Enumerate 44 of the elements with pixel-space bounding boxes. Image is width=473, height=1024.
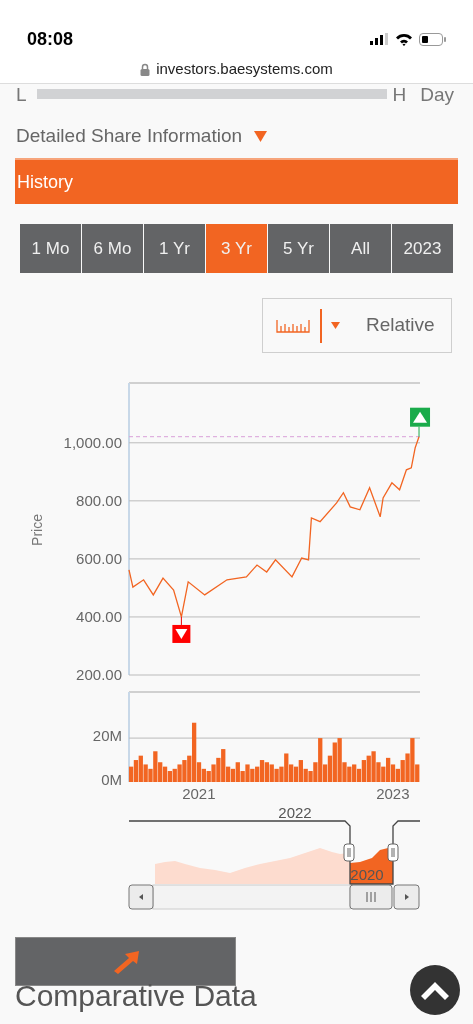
axis-title: Price [29, 514, 45, 546]
range-handle[interactable] [387, 843, 399, 862]
period-tab[interactable]: 3 Yr [206, 224, 267, 273]
period-tab[interactable]: 2023 [392, 224, 453, 273]
range-high-label: H [392, 84, 407, 104]
wifi-icon [395, 32, 413, 46]
period-tab[interactable]: 1 Yr [144, 224, 205, 273]
axis-label: 1,000.00 [63, 433, 122, 451]
axis-label: 200.00 [76, 666, 122, 683]
axis-label: 400.00 [76, 607, 122, 625]
period-tab[interactable]: 5 Yr [268, 224, 329, 273]
axis-label: 0M [101, 771, 122, 788]
battery-icon [419, 32, 446, 46]
range-label: 2020 [350, 866, 384, 883]
section-heading: Comparative Data [15, 979, 258, 1013]
high-marker-icon [410, 407, 431, 438]
url-text: investors.baesystems.com [156, 58, 333, 79]
status-time: 08:08 [27, 27, 74, 51]
axis-label: 2021 [182, 785, 216, 802]
axis-label: 2022 [278, 806, 312, 821]
period-tab[interactable]: 1 Mo [20, 224, 81, 273]
scroll-right-button[interactable] [393, 884, 420, 910]
scroll-left-button[interactable] [128, 884, 154, 910]
axis-label: 2023 [376, 785, 410, 802]
section-bar: History [15, 158, 458, 204]
section-heading: Detailed Share Information [16, 123, 242, 148]
axis-label: 800.00 [76, 491, 122, 509]
range-low-label: L [16, 84, 27, 104]
period-tab[interactable]: All [330, 224, 391, 273]
chevron-up-icon [421, 980, 449, 1000]
range-handle[interactable] [343, 843, 355, 862]
range-period-label: Day [420, 84, 455, 104]
axis-label: 20M [92, 727, 122, 745]
chart-type-dropdown[interactable]: Relative [262, 298, 452, 353]
signal-icon [370, 33, 389, 45]
scroll-top-button[interactable] [410, 965, 460, 1015]
caret-icon[interactable] [254, 130, 267, 142]
lock-icon [140, 62, 151, 76]
histogram-icon [276, 318, 310, 333]
axis-label: 600.00 [76, 549, 122, 567]
caret-icon [331, 322, 340, 329]
period-tab[interactable]: 6 Mo [82, 224, 143, 273]
scrollbar-thumb[interactable] [349, 884, 393, 910]
low-marker-icon [172, 616, 191, 643]
